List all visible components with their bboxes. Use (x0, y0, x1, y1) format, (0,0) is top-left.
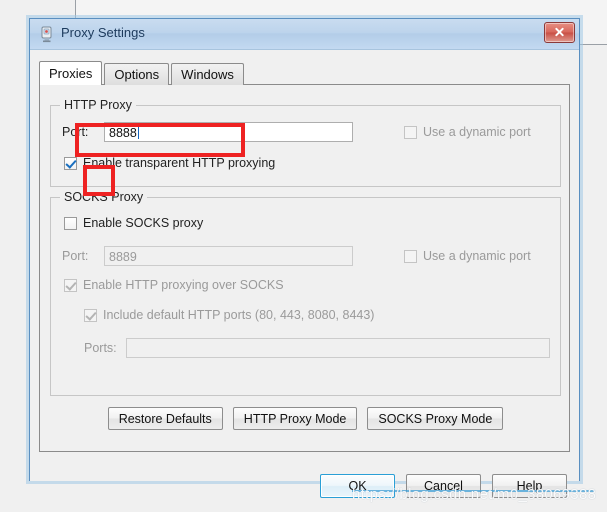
socks-proxy-mode-button[interactable]: SOCKS Proxy Mode (367, 407, 504, 430)
http-dynamic-port-label: Use a dynamic port (423, 125, 531, 139)
proxy-settings-icon (41, 26, 52, 43)
http-dynamic-port-checkbox[interactable]: Use a dynamic port (404, 125, 531, 139)
http-port-label: Port: (62, 125, 89, 139)
proxy-mode-button-row: Restore Defaults HTTP Proxy Mode SOCKS P… (40, 407, 571, 430)
socks-include-default-ports-checkbox[interactable]: Include default HTTP ports (80, 443, 808… (84, 308, 374, 322)
checkbox-icon (64, 156, 77, 170)
socks-proxy-group: SOCKS Proxy Enable SOCKS proxy Port: 888… (50, 190, 561, 396)
socks-dynamic-port-checkbox[interactable]: Use a dynamic port (404, 249, 531, 263)
http-proxy-mode-button[interactable]: HTTP Proxy Mode (232, 407, 358, 430)
socks-dynamic-port-label: Use a dynamic port (423, 249, 531, 263)
socks-http-over-socks-label: Enable HTTP proxying over SOCKS (83, 278, 284, 292)
checkbox-icon (64, 278, 77, 292)
socks-ports-row: Ports: (84, 338, 550, 358)
text-caret (137, 126, 139, 139)
tab-windows[interactable]: Windows (171, 63, 244, 85)
http-transparent-proxying-checkbox[interactable]: Enable transparent HTTP proxying (64, 156, 275, 170)
socks-port-row: Port: 8889 (62, 246, 353, 266)
dialog-body: Proxies Options Windows HTTP Proxy Port:… (30, 50, 579, 498)
title-bar[interactable]: Proxy Settings (30, 19, 579, 50)
socks-enable-checkbox[interactable]: Enable SOCKS proxy (64, 216, 203, 230)
http-proxy-group-title: HTTP Proxy (60, 98, 136, 112)
restore-defaults-button[interactable]: Restore Defaults (107, 407, 223, 430)
socks-enable-label: Enable SOCKS proxy (83, 216, 204, 230)
http-port-row: Port: 8888 (62, 122, 353, 142)
http-port-value: 8888 (109, 126, 137, 140)
checkbox-icon (404, 249, 417, 263)
socks-port-value: 8889 (109, 250, 137, 264)
http-proxy-group: HTTP Proxy Port: 8888 Use a dynamic port… (50, 98, 561, 187)
tab-options[interactable]: Options (104, 63, 170, 85)
socks-proxy-group-title: SOCKS Proxy (60, 190, 148, 204)
socks-port-label: Port: (62, 249, 89, 263)
watermark-text: https://blog.csdn.net/m0_38069388 (352, 486, 597, 503)
proxy-settings-dialog: Proxy Settings Proxies Options Windows H… (29, 18, 580, 498)
checkbox-icon (64, 216, 77, 230)
close-icon[interactable] (544, 22, 575, 43)
socks-ports-label: Ports: (84, 341, 117, 355)
socks-port-input[interactable]: 8889 (104, 246, 353, 266)
http-transparent-proxying-label: Enable transparent HTTP proxying (83, 156, 276, 170)
proxies-tab-panel: HTTP Proxy Port: 8888 Use a dynamic port… (39, 84, 570, 452)
checkbox-icon (84, 308, 97, 322)
tab-strip: Proxies Options Windows (39, 61, 246, 85)
tab-proxies[interactable]: Proxies (39, 61, 103, 85)
http-port-input[interactable]: 8888 (104, 122, 353, 142)
socks-ports-input[interactable] (126, 338, 550, 358)
checkbox-icon (404, 125, 417, 139)
socks-http-over-socks-checkbox[interactable]: Enable HTTP proxying over SOCKS (64, 278, 284, 292)
socks-include-default-ports-label: Include default HTTP ports (80, 443, 808… (103, 308, 375, 322)
window-title: Proxy Settings (61, 25, 145, 40)
